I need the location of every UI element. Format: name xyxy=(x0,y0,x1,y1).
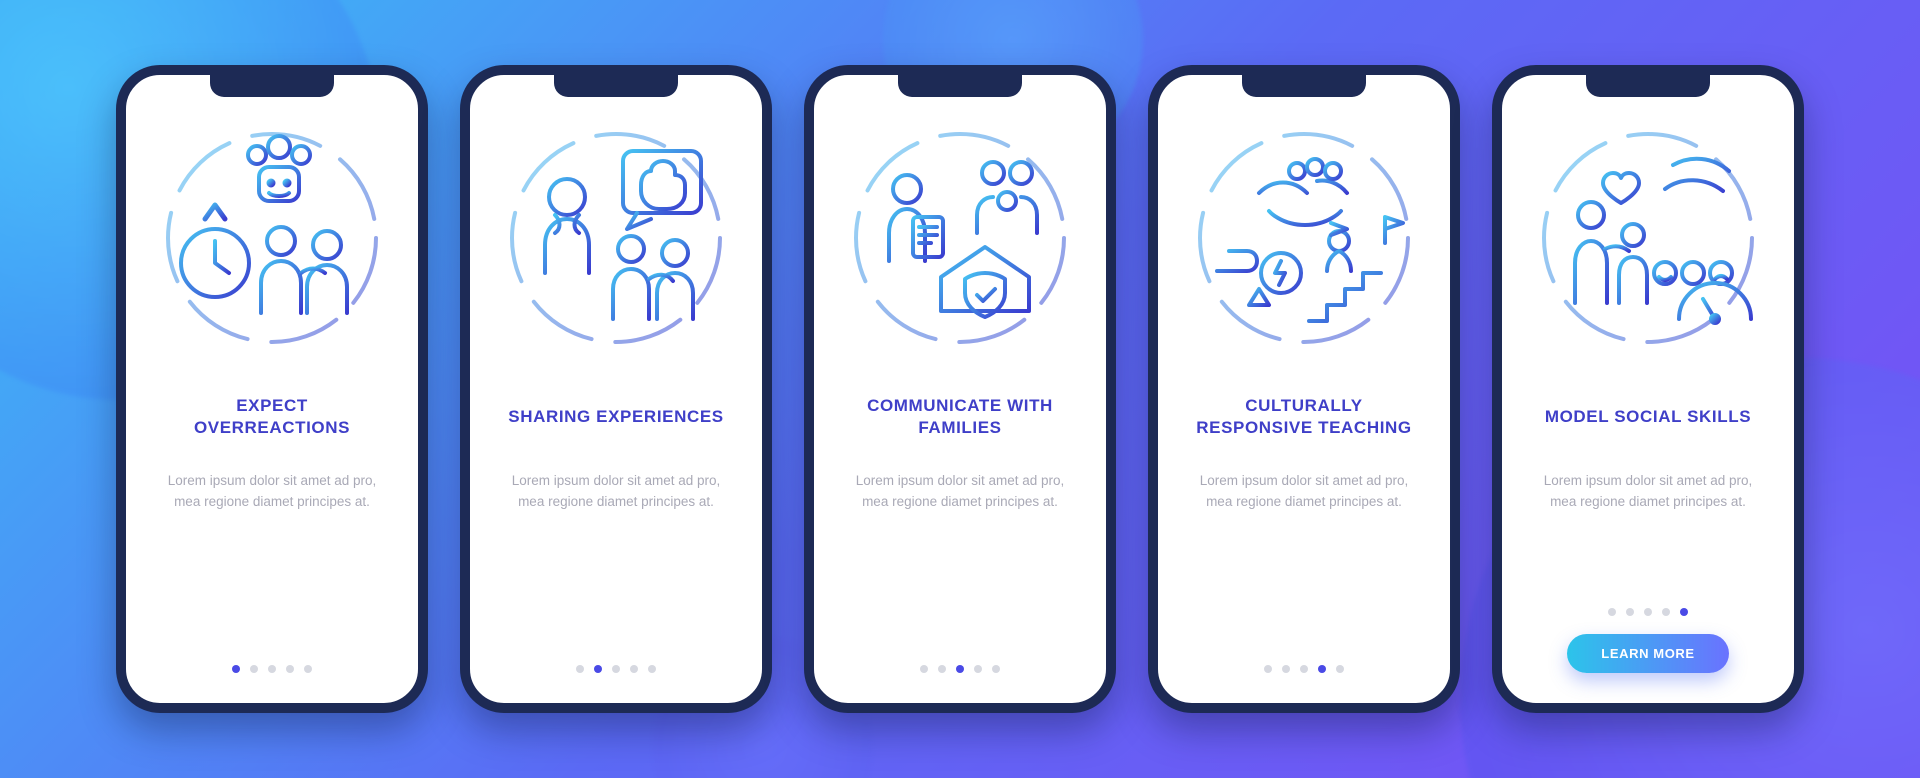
sharing-illustration xyxy=(501,123,731,353)
dot[interactable] xyxy=(992,665,1000,673)
culturally-illustration xyxy=(1189,123,1419,353)
overreactions-illustration xyxy=(157,123,387,353)
dot[interactable] xyxy=(1282,665,1290,673)
dot[interactable] xyxy=(1264,665,1272,673)
card-title: CULTURALLY RESPONSIVE TEACHING xyxy=(1184,381,1424,453)
dot[interactable] xyxy=(250,665,258,673)
dot[interactable] xyxy=(920,665,928,673)
pagination-dots xyxy=(576,665,656,673)
dot[interactable] xyxy=(232,665,240,673)
phone-notch xyxy=(210,73,334,97)
phone-notch xyxy=(898,73,1022,97)
pagination-dots xyxy=(1264,665,1344,673)
dot[interactable] xyxy=(1300,665,1308,673)
dot[interactable] xyxy=(1626,608,1634,616)
card-body: Lorem ipsum dolor sit amet ad pro, mea r… xyxy=(496,471,736,513)
phone-mockup: CULTURALLY RESPONSIVE TEACHING Lorem ips… xyxy=(1148,65,1460,713)
dot[interactable] xyxy=(1662,608,1670,616)
phone-mockup: COMMUNICATE WITH FAMILIES Lorem ipsum do… xyxy=(804,65,1116,713)
phone-notch xyxy=(1242,73,1366,97)
dot[interactable] xyxy=(1608,608,1616,616)
dot[interactable] xyxy=(630,665,638,673)
dot[interactable] xyxy=(648,665,656,673)
dot[interactable] xyxy=(286,665,294,673)
phone-mockup: MODEL SOCIAL SKILLS Lorem ipsum dolor si… xyxy=(1492,65,1804,713)
card-title: EXPECT OVERREACTIONS xyxy=(152,381,392,453)
pagination-dots xyxy=(1608,608,1688,616)
dot[interactable] xyxy=(576,665,584,673)
pagination-dots xyxy=(232,665,312,673)
card-title: COMMUNICATE WITH FAMILIES xyxy=(840,381,1080,453)
card-body: Lorem ipsum dolor sit amet ad pro, mea r… xyxy=(1184,471,1424,513)
phone-mockup: SHARING EXPERIENCES Lorem ipsum dolor si… xyxy=(460,65,772,713)
phone-notch xyxy=(554,73,678,97)
dot[interactable] xyxy=(1336,665,1344,673)
dot[interactable] xyxy=(594,665,602,673)
card-title: SHARING EXPERIENCES xyxy=(504,381,727,453)
social-skills-illustration xyxy=(1533,123,1763,353)
card-body: Lorem ipsum dolor sit amet ad pro, mea r… xyxy=(152,471,392,513)
dot[interactable] xyxy=(268,665,276,673)
dot[interactable] xyxy=(1644,608,1652,616)
communicate-illustration xyxy=(845,123,1075,353)
dot[interactable] xyxy=(612,665,620,673)
phone-mockup: EXPECT OVERREACTIONS Lorem ipsum dolor s… xyxy=(116,65,428,713)
learn-more-button[interactable]: LEARN MORE xyxy=(1567,634,1728,673)
card-title: MODEL SOCIAL SKILLS xyxy=(1541,381,1755,453)
dot[interactable] xyxy=(304,665,312,673)
pagination-dots xyxy=(920,665,1000,673)
dot[interactable] xyxy=(938,665,946,673)
phone-notch xyxy=(1586,73,1710,97)
dot[interactable] xyxy=(1680,608,1688,616)
dot[interactable] xyxy=(956,665,964,673)
onboarding-stage: EXPECT OVERREACTIONS Lorem ipsum dolor s… xyxy=(0,0,1920,778)
dot[interactable] xyxy=(1318,665,1326,673)
dot[interactable] xyxy=(974,665,982,673)
card-body: Lorem ipsum dolor sit amet ad pro, mea r… xyxy=(840,471,1080,513)
card-body: Lorem ipsum dolor sit amet ad pro, mea r… xyxy=(1528,471,1768,513)
